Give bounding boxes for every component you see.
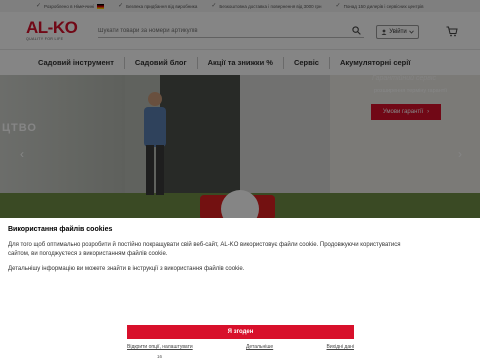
page-number: 16 — [157, 354, 163, 359]
cookie-settings-link[interactable]: Відкрити опції, налаштувати — [127, 344, 193, 350]
imprint-link[interactable]: Вихідні дані — [326, 344, 354, 350]
cookie-links: Відкрити опції, налаштувати Детальніше В… — [127, 344, 354, 350]
cookie-text: Для того щоб оптимально розробити й пост… — [8, 242, 401, 257]
accept-cookies-button[interactable]: Я згоден — [127, 325, 354, 339]
cookie-title: Використання файлів cookies — [8, 226, 113, 233]
cookie-text: Детальнішу інформацію ви можете знайти в… — [8, 266, 245, 272]
cookie-details-link[interactable]: Детальніше — [246, 344, 273, 350]
cookie-consent-dialog: Використання файлів cookies Для того щоб… — [0, 218, 480, 360]
